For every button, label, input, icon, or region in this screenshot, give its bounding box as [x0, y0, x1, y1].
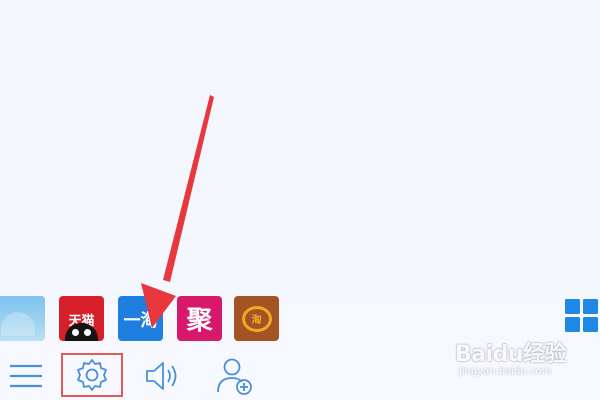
juhuasuan-label: 聚	[186, 306, 213, 336]
baidu-jingyan-watermark: Baidu经验 jingyan.baidu.com	[455, 336, 595, 386]
juhuasuan-app-tile[interactable]: 聚	[177, 296, 222, 341]
settings-button[interactable]	[61, 353, 123, 397]
screen: 天猫 一淘 聚 淘 Baidu经验 jingyan.baidu.com	[0, 0, 600, 400]
partial-app-graphic	[1, 312, 35, 336]
menu-icon	[10, 364, 42, 388]
tmall-app-tile[interactable]: 天猫	[59, 296, 104, 341]
gold-coin-label: 淘	[251, 315, 262, 326]
partial-app-tile[interactable]	[0, 296, 45, 341]
watermark-url: jingyan.baidu.com	[459, 366, 552, 377]
add-friend-icon	[217, 358, 252, 395]
gold-coin-icon: 淘	[241, 305, 272, 332]
volume-icon	[146, 362, 177, 390]
gold-coin-app-tile[interactable]: 淘	[234, 296, 279, 341]
add-friend-button[interactable]	[210, 354, 260, 398]
volume-button[interactable]	[140, 354, 188, 398]
watermark-title: Baidu经验	[455, 342, 567, 367]
menu-button[interactable]	[4, 354, 48, 398]
yitao-app-tile[interactable]: 一淘	[118, 296, 163, 341]
yitao-label: 一淘	[123, 311, 158, 331]
settings-gear-icon	[77, 359, 107, 391]
apps-grid-icon[interactable]	[564, 298, 600, 334]
